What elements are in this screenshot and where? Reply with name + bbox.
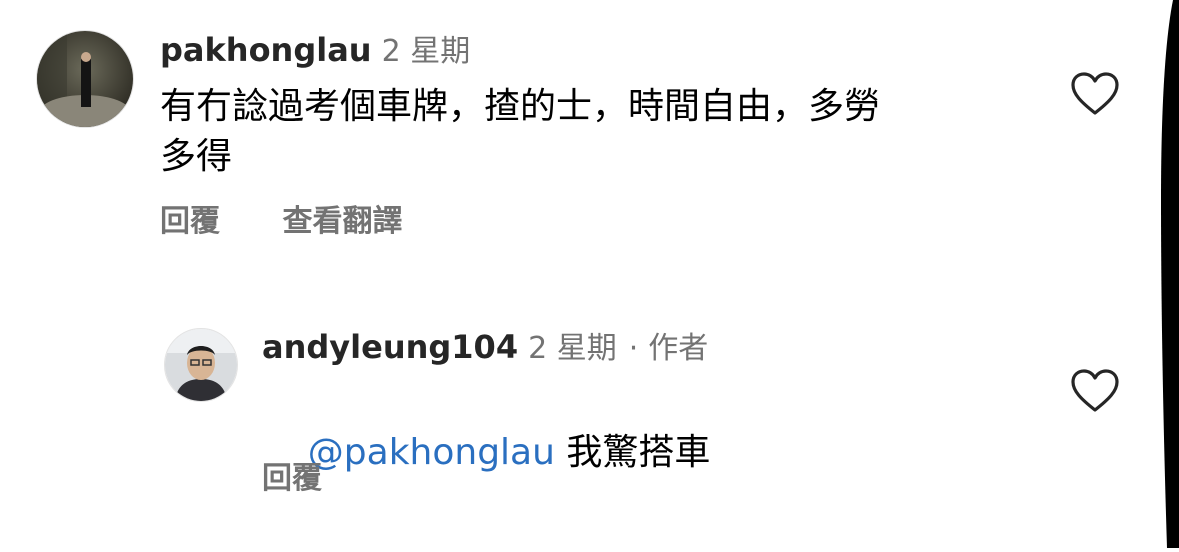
heart-outline-icon[interactable] (1071, 369, 1119, 413)
avatar[interactable] (164, 328, 238, 402)
comment-text-line: 有冇諗過考個車牌，揸的士，時間自由，多勞 (160, 86, 881, 127)
comment-timestamp: 2 星期 (381, 34, 471, 69)
reply-header: andyleung104 2 星期 · 作者 (262, 327, 708, 373)
comment-username[interactable]: pakhonglau (160, 31, 372, 69)
author-badge: 作者 (648, 331, 709, 366)
comment-text: 有冇諗過考個車牌，揸的士，時間自由，多勞 多得 (160, 82, 880, 182)
reply-timestamp: 2 星期 (528, 331, 617, 366)
reply-button[interactable]: 回覆 (160, 196, 220, 240)
edge-decoration (1161, 0, 1179, 548)
avatar-photo-icon (37, 31, 133, 127)
comment-text-line: 多得 (160, 136, 233, 177)
avatar-photo-icon (165, 329, 237, 401)
reply-text-content: 我驚搭車 (554, 432, 711, 473)
comment-header: pakhonglau 2 星期 (160, 30, 470, 76)
meta-separator: · (628, 331, 639, 366)
comment-actions: 回覆 查看翻譯 (160, 196, 402, 240)
see-translation-button[interactable]: 查看翻譯 (282, 196, 402, 240)
mention-link[interactable]: @pakhonglau (308, 432, 555, 473)
reply-button[interactable]: 回覆 (262, 453, 322, 497)
heart-outline-icon[interactable] (1071, 72, 1119, 116)
reply-actions: 回覆 (262, 453, 322, 497)
avatar[interactable] (36, 30, 134, 128)
reply-username[interactable]: andyleung104 (262, 328, 518, 366)
reply-text: @pakhonglau 我驚搭車 (262, 378, 711, 528)
